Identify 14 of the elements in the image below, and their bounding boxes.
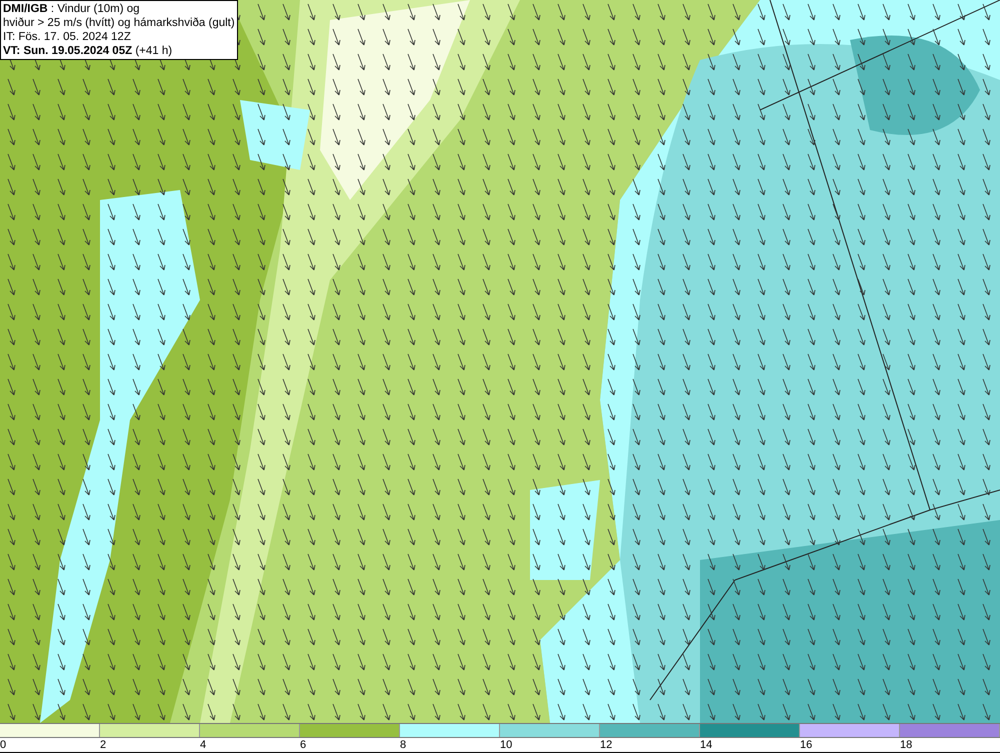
header-text: DMI/IGB : Vindur (10m) og	[3, 2, 141, 16]
legend-label: 16	[800, 739, 812, 751]
legend-label: 6	[300, 739, 306, 751]
legend-label: 4	[200, 739, 206, 751]
legend-label: 12	[600, 739, 612, 751]
header-text: IT: Fös. 17. 05. 2024 12Z	[3, 30, 132, 44]
header-text: VT: Sun. 19.05.2024 05Z (+41 h)	[3, 44, 174, 58]
legend-label: 10	[500, 739, 512, 751]
legend-label: 14	[700, 739, 712, 751]
legend-label: 2	[100, 739, 106, 751]
legend-label: 8	[400, 739, 406, 751]
legend-label: 18	[900, 739, 912, 751]
header-text: hviður > 25 m/s (hvítt) og hámarkshviða (gult)	[3, 16, 235, 30]
legend-label: 0	[0, 739, 6, 751]
